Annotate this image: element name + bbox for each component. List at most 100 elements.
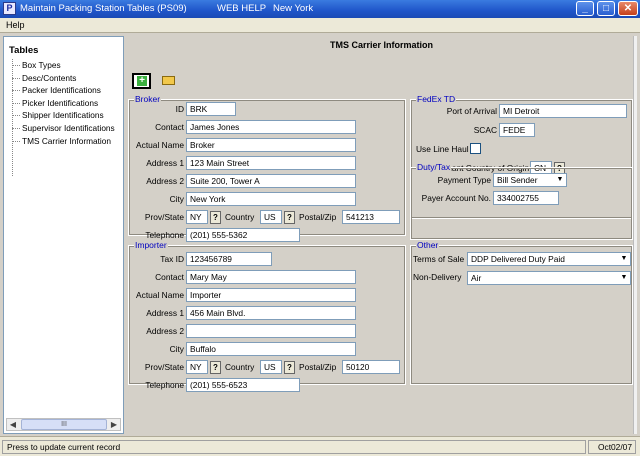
importer-group: Importer Tax ID 123456789 Contact Mary M… — [128, 240, 406, 392]
broker-contact-label: Contact — [155, 122, 184, 132]
status-date: Oct02/07 — [588, 440, 636, 454]
web-help-link[interactable]: WEB HELP — [217, 3, 266, 14]
importer-actual-name-label: Actual Name — [136, 290, 184, 300]
broker-address1-field[interactable]: 123 Main Street — [186, 156, 356, 170]
close-button[interactable]: ✕ — [618, 1, 638, 16]
tree-item-picker-identifications[interactable]: Picker Identifications — [12, 97, 115, 110]
importer-contact-label: Contact — [155, 272, 184, 282]
non-delivery-select[interactable]: Air ▼ — [467, 271, 631, 285]
broker-telephone-field[interactable]: (201) 555-5362 — [186, 228, 300, 242]
location-label: New York — [273, 3, 314, 14]
broker-telephone-label: Telephone — [145, 230, 184, 240]
importer-prov-state-field[interactable]: NY — [186, 360, 208, 374]
importer-address1-label: Address 1 — [146, 308, 184, 318]
importer-tax-id-field[interactable]: 123456789 — [186, 252, 272, 266]
broker-id-label: ID — [175, 104, 184, 114]
scroll-left-icon[interactable]: ◀ — [7, 419, 19, 430]
scroll-thumb[interactable]: III — [21, 419, 107, 430]
importer-tax-id-label: Tax ID — [160, 254, 184, 264]
port-of-arrival-field[interactable]: MI Detroit — [499, 104, 627, 118]
payment-type-label: Payment Type — [437, 175, 491, 185]
broker-state-lookup-icon[interactable]: ? — [210, 211, 221, 224]
payer-account-label: Payer Account No. — [421, 193, 491, 203]
use-line-haul-label: Use Line Haul — [416, 144, 469, 154]
broker-contact-field[interactable]: James Jones — [186, 120, 356, 134]
payment-type-value: Bill Sender — [497, 175, 538, 185]
broker-country-label: Country — [225, 212, 255, 222]
other-legend: Other — [416, 240, 440, 250]
importer-prov-state-label: Prov/State — [144, 362, 184, 372]
tree-item-shipper-identifications[interactable]: Shipper Identifications — [12, 109, 115, 122]
status-message: Press to update current record — [2, 440, 586, 454]
form-title: TMS Carrier Information — [329, 40, 433, 50]
folder-icon — [162, 76, 175, 85]
terms-of-sale-label: Terms of Sale — [413, 254, 465, 264]
payer-account-field[interactable]: 334002755 — [493, 191, 559, 205]
importer-postal-field[interactable]: 50120 — [342, 360, 400, 374]
window-title: Maintain Packing Station Tables (PS09) — [20, 3, 187, 14]
non-delivery-value: Air — [471, 273, 482, 283]
broker-country-field[interactable]: US — [260, 210, 282, 224]
scac-label: SCAC — [473, 125, 497, 135]
payment-type-select[interactable]: Bill Sender ▼ — [493, 173, 567, 187]
tables-pane: Tables Box Types Desc/Contents Packer Id… — [3, 36, 124, 434]
chevron-down-icon: ▼ — [618, 272, 630, 284]
broker-country-lookup-icon[interactable]: ? — [284, 211, 295, 224]
open-button[interactable] — [160, 73, 179, 89]
broker-group: Broker ID BRK Contact James Jones Actual… — [128, 94, 406, 242]
broker-postal-field[interactable]: 541213 — [342, 210, 400, 224]
app-icon: P — [3, 2, 16, 15]
fedex-legend: FedEx TD — [416, 94, 457, 104]
importer-contact-field[interactable]: Mary May — [186, 270, 356, 284]
scroll-right-icon[interactable]: ▶ — [108, 419, 120, 430]
broker-actual-name-field[interactable]: Broker — [186, 138, 356, 152]
duty-tax-legend: Duty/Tax — [416, 162, 452, 172]
port-of-arrival-label: Port of Arrival — [446, 106, 497, 116]
importer-postal-label: Postal/Zip — [299, 362, 337, 372]
importer-telephone-field[interactable]: (201) 555-6523 — [186, 378, 300, 392]
tree-item-desc-contents[interactable]: Desc/Contents — [12, 72, 115, 85]
other-group: Other Terms of Sale DDP Delivered Duty P… — [410, 240, 633, 385]
importer-state-lookup-icon[interactable]: ? — [210, 361, 221, 374]
tree-horizontal-scrollbar[interactable]: ◀ III ▶ — [6, 418, 121, 431]
duty-tax-group: Duty/Tax Payment Type Bill Sender ▼ Paye… — [410, 162, 633, 240]
importer-address2-label: Address 2 — [146, 326, 184, 336]
maximize-button[interactable]: □ — [597, 1, 615, 16]
add-record-icon: + — [137, 76, 147, 86]
terms-of-sale-value: DDP Delivered Duty Paid — [471, 254, 565, 264]
importer-city-field[interactable]: Buffalo — [186, 342, 356, 356]
tree-item-supervisor-identifications[interactable]: Supervisor Identifications — [12, 122, 115, 135]
broker-prov-state-field[interactable]: NY — [186, 210, 208, 224]
importer-country-label: Country — [225, 362, 255, 372]
broker-city-label: City — [169, 194, 184, 204]
broker-id-field[interactable]: BRK — [186, 102, 236, 116]
importer-city-label: City — [169, 344, 184, 354]
tree-item-packer-identifications[interactable]: Packer Identifications — [12, 84, 115, 97]
form-vertical-scrollbar[interactable] — [633, 36, 637, 434]
title-bar: P Maintain Packing Station Tables (PS09)… — [0, 0, 640, 18]
importer-address2-field[interactable] — [186, 324, 356, 338]
broker-city-field[interactable]: New York — [186, 192, 356, 206]
non-delivery-label: Non-Delivery — [413, 272, 462, 282]
importer-country-lookup-icon[interactable]: ? — [284, 361, 295, 374]
tree-item-tms-carrier-information[interactable]: TMS Carrier Information — [12, 135, 115, 148]
minimize-button[interactable]: _ — [576, 1, 594, 16]
broker-legend: Broker — [134, 94, 162, 104]
broker-address2-label: Address 2 — [146, 176, 184, 186]
tree-item-box-types[interactable]: Box Types — [12, 59, 115, 72]
broker-prov-state-label: Prov/State — [144, 212, 184, 222]
status-bar: Press to update current record Oct02/07 — [0, 436, 640, 456]
scac-field[interactable]: FEDE — [499, 123, 535, 137]
use-line-haul-checkbox[interactable] — [470, 143, 481, 154]
importer-telephone-label: Telephone — [145, 380, 184, 390]
form-pane: TMS Carrier Information + Broker ID BRK … — [126, 36, 637, 434]
menu-help[interactable]: Help — [6, 20, 25, 30]
chevron-down-icon: ▼ — [554, 174, 566, 186]
broker-address2-field[interactable]: Suite 200, Tower A — [186, 174, 356, 188]
add-record-button[interactable]: + — [132, 73, 151, 89]
tables-tree: Box Types Desc/Contents Packer Identific… — [12, 59, 115, 147]
importer-actual-name-field[interactable]: Importer — [186, 288, 356, 302]
importer-address1-field[interactable]: 456 Main Blvd. — [186, 306, 356, 320]
terms-of-sale-select[interactable]: DDP Delivered Duty Paid ▼ — [467, 252, 631, 266]
importer-country-field[interactable]: US — [260, 360, 282, 374]
